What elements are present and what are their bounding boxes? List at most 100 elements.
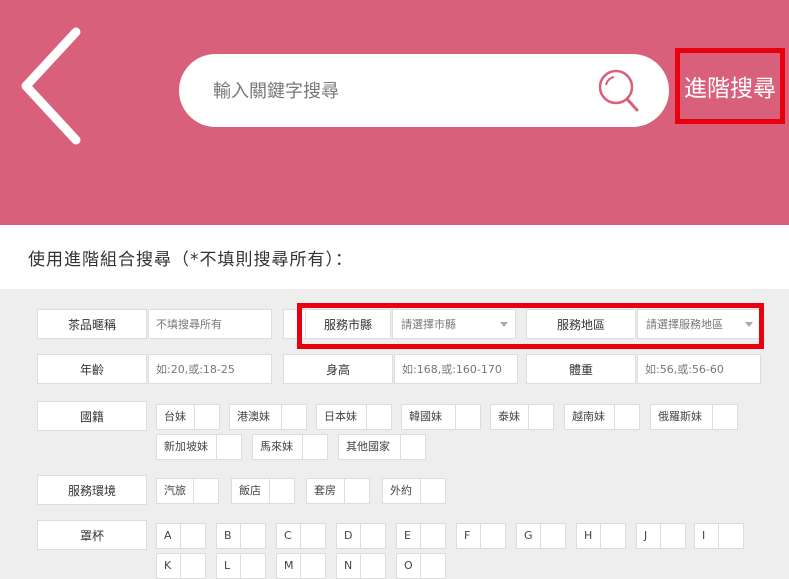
option-label: J <box>644 529 648 542</box>
checkbox[interactable] <box>600 524 625 548</box>
option-label: O <box>404 559 413 572</box>
option-label: 台妹 <box>164 410 186 423</box>
weight-input[interactable]: 如:56,或:56-60 <box>637 354 761 384</box>
checkbox[interactable] <box>360 524 385 548</box>
option-label: 飯店 <box>239 484 261 497</box>
cup-option[interactable]: M <box>276 553 326 579</box>
environment-option[interactable]: 飯店 <box>231 478 295 504</box>
option-label: 套房 <box>314 484 336 497</box>
checkbox[interactable] <box>420 554 445 578</box>
cup-option[interactable]: B <box>216 523 266 549</box>
environment-label: 服務環境 <box>37 475 147 505</box>
name-label: 茶品暱稱 <box>37 309 147 339</box>
height-label: 身高 <box>283 354 393 384</box>
name-input[interactable]: 不填搜尋所有 <box>148 309 272 339</box>
checkbox[interactable] <box>193 479 218 503</box>
cup-option[interactable]: D <box>336 523 386 549</box>
option-label: E <box>404 529 411 542</box>
checkbox[interactable] <box>480 524 505 548</box>
option-label: G <box>524 529 533 542</box>
option-label: 汽旅 <box>164 484 186 497</box>
option-label: A <box>164 529 172 542</box>
checkbox[interactable] <box>302 435 327 459</box>
option-label: L <box>224 559 231 572</box>
option-label: 港澳妹 <box>237 410 270 423</box>
cup-option[interactable]: F <box>456 523 506 549</box>
advanced-search-form: 茶品暱稱 不填搜尋所有 服務市縣 請選擇市縣 服務地區 請選擇服務地區 年齡 如… <box>0 289 789 579</box>
option-label: M <box>284 559 294 572</box>
environment-option[interactable]: 汽旅 <box>156 478 219 504</box>
checkbox[interactable] <box>240 554 265 578</box>
cup-option[interactable]: O <box>396 553 446 579</box>
option-label: 外約 <box>390 484 412 497</box>
option-label: B <box>224 529 232 542</box>
option-label: 泰妹 <box>498 410 520 423</box>
checkbox[interactable] <box>240 524 265 548</box>
checkbox[interactable] <box>360 554 385 578</box>
cup-option[interactable]: J <box>636 523 686 549</box>
option-label: 越南妹 <box>572 410 605 423</box>
cup-option[interactable]: A <box>156 523 206 549</box>
cup-option[interactable]: H <box>576 523 626 549</box>
height-input[interactable]: 如:168,或:160-170 <box>394 354 518 384</box>
option-label: 日本妹 <box>324 410 357 423</box>
checkbox[interactable] <box>216 435 241 459</box>
checkbox[interactable] <box>718 524 743 548</box>
checkbox[interactable] <box>540 524 565 548</box>
checkbox[interactable] <box>300 524 325 548</box>
age-label: 年齡 <box>37 354 147 384</box>
cup-option[interactable]: G <box>516 523 566 549</box>
cup-label: 罩杯 <box>37 520 147 550</box>
option-label: 俄羅斯妹 <box>658 410 702 423</box>
option-label: 馬來妹 <box>260 440 293 453</box>
option-label: N <box>344 559 353 572</box>
checkbox[interactable] <box>300 554 325 578</box>
checkbox[interactable] <box>528 405 553 429</box>
nationality-option[interactable]: 俄羅斯妹 <box>650 404 738 430</box>
environment-option[interactable]: 外約 <box>382 478 446 504</box>
option-label: F <box>464 529 471 542</box>
nationality-option[interactable]: 港澳妹 <box>229 404 307 430</box>
checkbox[interactable] <box>344 479 369 503</box>
age-input[interactable]: 如:20,或:18-25 <box>148 354 272 384</box>
option-label: 新加坡妹 <box>164 440 208 453</box>
cup-option[interactable]: L <box>216 553 266 579</box>
nationality-option[interactable]: 泰妹 <box>490 404 554 430</box>
option-label: D <box>344 529 353 542</box>
nationality-option[interactable]: 越南妹 <box>564 404 640 430</box>
cup-option[interactable]: I <box>694 523 744 549</box>
nationality-option[interactable]: 馬來妹 <box>252 434 328 460</box>
nationality-option[interactable]: 日本妹 <box>316 404 392 430</box>
checkbox[interactable] <box>400 435 425 459</box>
checkbox[interactable] <box>420 479 445 503</box>
back-button[interactable] <box>16 24 88 148</box>
nationality-option[interactable]: 台妹 <box>156 404 220 430</box>
search-box <box>179 54 669 127</box>
chevron-left-icon <box>21 27 81 145</box>
nationality-option[interactable]: 其他國家 <box>338 434 426 460</box>
checkbox[interactable] <box>660 524 685 548</box>
option-label: C <box>284 529 292 542</box>
environment-option[interactable]: 套房 <box>306 478 370 504</box>
checkbox[interactable] <box>366 405 391 429</box>
checkbox[interactable] <box>420 524 445 548</box>
checkbox[interactable] <box>269 479 294 503</box>
search-icon[interactable] <box>597 68 641 116</box>
cup-option[interactable]: E <box>396 523 446 549</box>
checkbox[interactable] <box>712 405 737 429</box>
checkbox[interactable] <box>180 554 205 578</box>
checkbox[interactable] <box>614 405 639 429</box>
checkbox[interactable] <box>455 405 480 429</box>
nationality-option[interactable]: 韓國妹 <box>401 404 481 430</box>
checkbox[interactable] <box>180 524 205 548</box>
checkbox[interactable] <box>194 405 219 429</box>
checkbox[interactable] <box>281 405 306 429</box>
advanced-search-button[interactable]: 進階搜尋 <box>675 48 785 124</box>
option-label: K <box>164 559 172 572</box>
search-input[interactable] <box>211 72 585 110</box>
nationality-option[interactable]: 新加坡妹 <box>156 434 242 460</box>
weight-label: 體重 <box>526 354 636 384</box>
cup-option[interactable]: N <box>336 553 386 579</box>
cup-option[interactable]: C <box>276 523 326 549</box>
cup-option[interactable]: K <box>156 553 206 579</box>
